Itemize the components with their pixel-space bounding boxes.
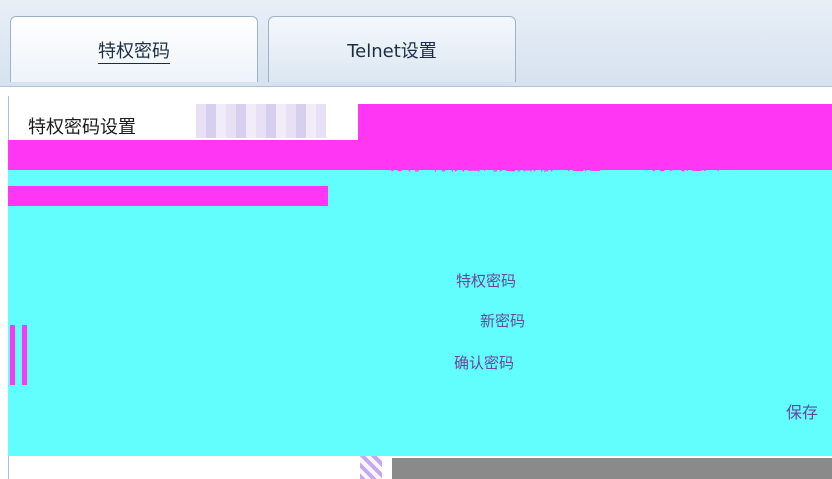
tab-label: Telnet设置	[347, 40, 437, 62]
save-button[interactable]: 保存	[776, 398, 828, 424]
tab-label: 特权密码	[98, 40, 170, 62]
glitch-block	[358, 104, 832, 144]
mosaic-artifact	[196, 104, 326, 138]
new-password-label: 新密码	[480, 312, 526, 330]
mosaic-artifact	[360, 456, 382, 479]
tab-telnet-settings[interactable]: Telnet设置	[268, 16, 516, 82]
glitch-area	[8, 170, 832, 456]
glitch-bars	[10, 325, 40, 385]
glitch-bar	[22, 325, 27, 385]
glitch-strip	[8, 186, 328, 206]
section-title: 特权密码设置	[28, 117, 136, 138]
tab-bar: 特权密码 Telnet设置	[0, 0, 832, 87]
tab-privilege-password[interactable]: 特权密码	[10, 16, 258, 82]
bottom-bar	[392, 458, 832, 479]
glitch-bar	[10, 325, 15, 385]
privilege-password-label: 特权密码	[456, 272, 517, 290]
description-text: 说明: 特权密码是指用户通过Telnet方式进入	[386, 155, 720, 175]
confirm-password-label: 确认密码	[454, 354, 515, 372]
